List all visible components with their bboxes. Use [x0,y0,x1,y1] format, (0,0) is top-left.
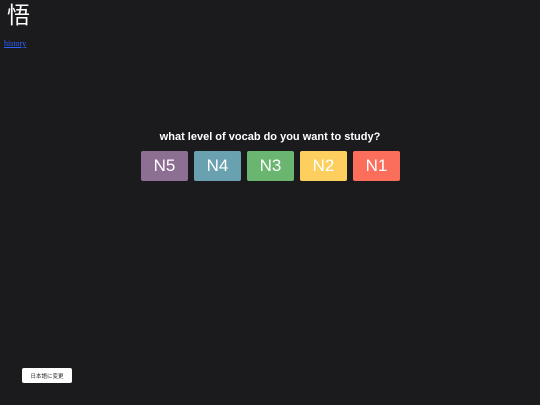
level-prompt: what level of vocab do you want to study… [159,131,381,143]
history-link[interactable]: history [4,39,26,49]
level-selector: N5 N4 N3 N2 N1 [141,151,400,181]
level-button-n2[interactable]: N2 [300,151,347,181]
level-button-n5[interactable]: N5 [141,151,188,181]
change-language-button[interactable]: 日本語に変更 [22,368,72,383]
level-button-n4[interactable]: N4 [194,151,241,181]
app-logo: 悟 [7,3,30,29]
level-button-n3[interactable]: N3 [247,151,294,181]
level-button-n1[interactable]: N1 [353,151,400,181]
